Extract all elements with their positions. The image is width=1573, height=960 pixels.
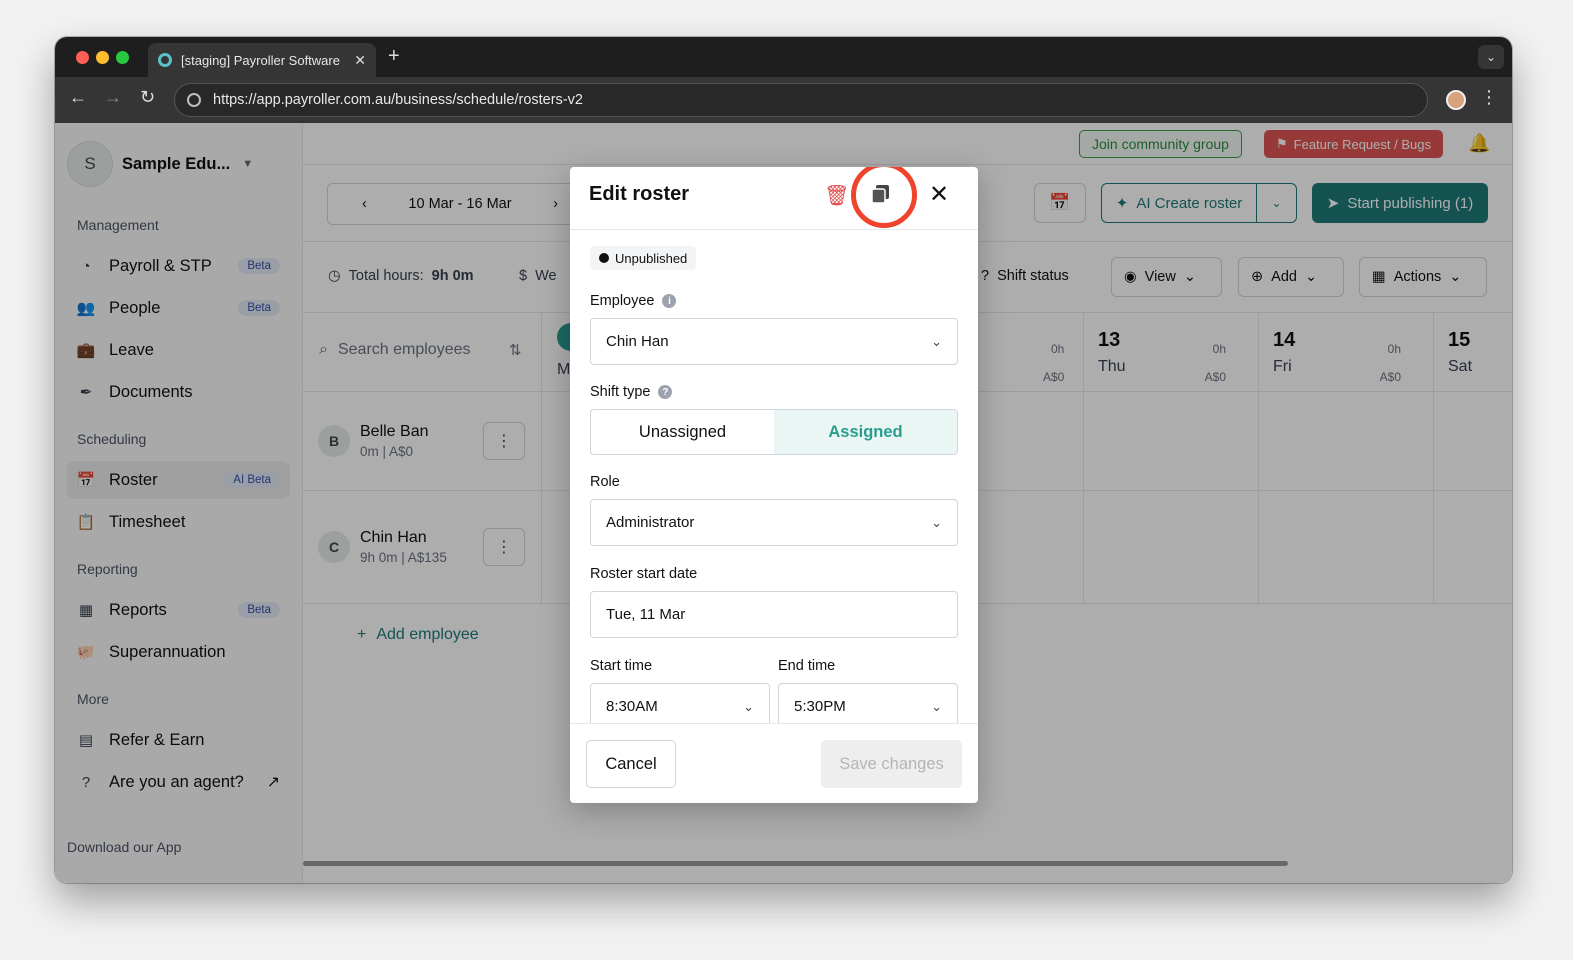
- highlight-ring: [851, 167, 917, 228]
- trash-icon[interactable]: 🗑: [824, 183, 849, 208]
- chevron-down-icon: ⌄: [743, 698, 754, 714]
- forward-icon[interactable]: →: [104, 87, 122, 108]
- browser-tab[interactable]: [staging] Payroller Software ✕: [148, 43, 376, 77]
- shift-type-unassigned[interactable]: Unassigned: [591, 410, 774, 454]
- shift-type-toggle: Unassigned Assigned: [590, 409, 958, 455]
- new-tab-icon[interactable]: +: [388, 45, 400, 68]
- status-dot-icon: [599, 253, 609, 263]
- role-select[interactable]: Administrator ⌄: [590, 499, 958, 546]
- chevron-down-icon: ⌄: [931, 514, 942, 530]
- save-changes-button[interactable]: Save changes: [821, 740, 962, 788]
- reload-icon[interactable]: ↻: [140, 87, 155, 108]
- close-icon[interactable]: ✕: [929, 180, 949, 209]
- status-label: Unpublished: [615, 250, 688, 266]
- shift-type-label-text: Shift type: [590, 384, 651, 400]
- shift-type-assigned[interactable]: Assigned: [774, 410, 957, 454]
- start-date-value: Tue, 11 Mar: [606, 606, 686, 623]
- start-time-value: 8:30AM: [606, 698, 658, 715]
- tab-search-icon[interactable]: ⌄: [1478, 45, 1504, 69]
- employee-value: Chin Han: [606, 333, 669, 350]
- tab-title: [staging] Payroller Software: [181, 52, 340, 68]
- role-label: Role: [590, 474, 620, 490]
- end-time-value: 5:30PM: [794, 698, 846, 715]
- modal-footer: Cancel Save changes: [570, 723, 978, 803]
- edit-roster-modal: Edit roster 🗑 ✕ Unpublished Employee i C…: [570, 167, 978, 803]
- chevron-down-icon: ⌄: [931, 333, 942, 349]
- site-info-icon[interactable]: [187, 93, 201, 107]
- end-time-label: End time: [778, 658, 836, 674]
- role-value: Administrator: [606, 514, 695, 531]
- browser-window: [staging] Payroller Software ✕ + ⌄ ← → ↻…: [55, 37, 1512, 883]
- browser-toolbar: ← → ↻ https://app.payroller.com.au/busin…: [55, 77, 1512, 123]
- minimize-window-dot[interactable]: [96, 51, 109, 64]
- favicon-icon: [158, 53, 172, 67]
- back-icon[interactable]: ←: [69, 87, 87, 108]
- help-icon[interactable]: ?: [658, 385, 673, 399]
- chevron-down-icon: ⌄: [931, 698, 942, 714]
- profile-avatar[interactable]: [1446, 90, 1466, 110]
- url-text: https://app.payroller.com.au/business/sc…: [213, 92, 583, 108]
- modal-body: Unpublished Employee i Chin Han ⌄ Shift …: [570, 231, 978, 723]
- modal-title: Edit roster: [589, 183, 690, 205]
- info-icon[interactable]: i: [662, 294, 677, 308]
- browser-menu-icon[interactable]: ⋮: [1480, 87, 1498, 108]
- maximize-window-dot[interactable]: [116, 51, 129, 64]
- status-badge: Unpublished: [590, 246, 697, 270]
- start-date-input[interactable]: Tue, 11 Mar: [590, 591, 958, 638]
- close-window-dot[interactable]: [76, 51, 89, 64]
- tab-close-icon[interactable]: ✕: [354, 52, 366, 69]
- employee-label: Employee i: [590, 293, 677, 309]
- cancel-button[interactable]: Cancel: [586, 740, 676, 788]
- start-time-select[interactable]: 8:30AM ⌄: [590, 683, 770, 723]
- employee-label-text: Employee: [590, 293, 655, 309]
- browser-tab-bar: [staging] Payroller Software ✕ + ⌄: [55, 37, 1512, 77]
- modal-header: Edit roster 🗑 ✕: [570, 167, 978, 230]
- shift-type-label: Shift type ?: [590, 384, 673, 400]
- address-bar[interactable]: https://app.payroller.com.au/business/sc…: [174, 83, 1428, 117]
- start-time-label: Start time: [590, 658, 653, 674]
- end-time-select[interactable]: 5:30PM ⌄: [778, 683, 958, 723]
- employee-select[interactable]: Chin Han ⌄: [590, 318, 958, 365]
- start-date-label: Roster start date: [590, 566, 698, 582]
